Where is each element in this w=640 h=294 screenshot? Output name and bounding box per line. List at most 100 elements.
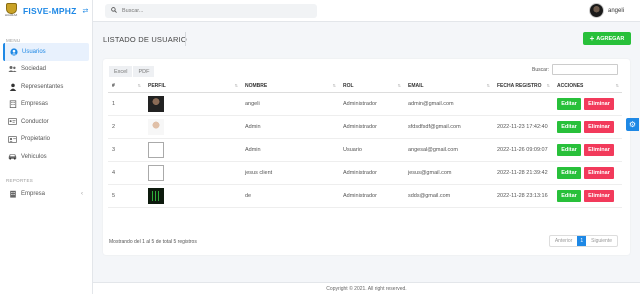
chevron-left-icon: ‹	[81, 191, 83, 198]
cell-date: 2022-11-26 09:09:07	[493, 138, 553, 162]
reports-section-label: REPORTES	[6, 177, 34, 183]
building-icon	[8, 190, 17, 199]
delete-button[interactable]: Eliminar	[584, 120, 614, 133]
sidebar-item-label: Sociedad	[21, 66, 47, 73]
sidebar-item-label: Vehiculos	[21, 153, 47, 160]
sidebar: HUARAZ FISVE-MPHZ ⇄ MENU Usuarios Socied…	[0, 0, 93, 294]
logo: HUARAZ	[4, 3, 18, 19]
edit-button[interactable]: Editar	[557, 166, 581, 179]
add-user-button[interactable]: + AGREGAR	[583, 32, 631, 45]
cell-role: Usuario	[339, 138, 404, 162]
sidebar-item-label: Propietario	[21, 136, 51, 143]
brand-title[interactable]: FISVE-MPHZ	[23, 6, 76, 16]
delete-button[interactable]: Eliminar	[584, 166, 614, 179]
building-icon	[8, 100, 17, 109]
cell-date	[493, 92, 553, 116]
cell-email: sdds@gmail.com	[404, 184, 493, 208]
table-row: 3 Admin Usuario angesal@gmail.com 2022-1…	[108, 138, 622, 162]
brand: HUARAZ FISVE-MPHZ ⇄	[0, 0, 92, 22]
address-card-icon	[8, 135, 17, 144]
table-info: Mostrando del 1 al 5 de total 5 registro…	[109, 239, 197, 245]
cell-id: 1	[108, 92, 144, 116]
export-excel-button[interactable]: Excel	[109, 66, 134, 77]
delete-button[interactable]: Eliminar	[584, 143, 614, 156]
global-search	[105, 4, 317, 18]
column-header-perfil[interactable]: PERFIL ⇅	[144, 81, 241, 93]
edit-button[interactable]: Editar	[557, 143, 581, 156]
people-icon	[8, 65, 17, 74]
id-card-icon	[8, 117, 17, 126]
delete-button[interactable]: Eliminar	[584, 97, 614, 110]
user-menu[interactable]: angeli	[588, 3, 624, 18]
pagination-next[interactable]: Siguiente	[586, 236, 617, 246]
broken-image-placeholder	[148, 164, 164, 181]
sidebar-item-label: Empresa	[21, 191, 46, 198]
cell-id: 5	[108, 184, 144, 208]
edit-button[interactable]: Editar	[557, 189, 581, 202]
cell-name: de	[241, 184, 339, 208]
sort-icon: ⇅	[486, 83, 490, 88]
cell-name: Admin	[241, 138, 339, 162]
sidebar-item-propietario[interactable]: Propietario	[0, 131, 92, 149]
sidebar-item-label: Usuarios	[22, 48, 46, 55]
edit-button[interactable]: Editar	[557, 97, 581, 110]
add-button-label: AGREGAR	[596, 35, 625, 42]
delete-button[interactable]: Eliminar	[584, 189, 614, 202]
export-buttons: Excel PDF	[109, 66, 156, 77]
user-name[interactable]: angeli	[608, 8, 624, 14]
sort-icon: ⇅	[137, 83, 141, 88]
profile-photo	[148, 118, 164, 135]
search-input[interactable]	[122, 8, 302, 14]
export-pdf-button[interactable]: PDF	[133, 66, 156, 77]
topbar: angeli	[93, 0, 640, 22]
column-header-rol[interactable]: ROL ⇅	[339, 81, 404, 93]
sidebar-item-empresas[interactable]: Empresas	[0, 96, 92, 114]
edit-button[interactable]: Editar	[557, 120, 581, 133]
column-header-acciones[interactable]: ACCIONES ⇅	[553, 81, 622, 93]
column-header-nombre[interactable]: NOMBRE ⇅	[241, 81, 339, 93]
column-header-email[interactable]: EMAIL ⇅	[404, 81, 493, 93]
pagination: Anterior 1 Siguiente	[548, 235, 618, 247]
table-row: 5 de Administrador sdds@gmail.com 2022-1…	[108, 184, 622, 208]
table-filter: Buscar:	[532, 64, 618, 75]
sort-icon: ⇅	[397, 83, 401, 88]
cell-name: jesus client	[241, 161, 339, 185]
cell-email: admin@gmail.com	[404, 92, 493, 116]
sidebar-item-usuarios[interactable]: Usuarios	[3, 43, 89, 61]
column-header-id[interactable]: # ⇅	[108, 81, 144, 93]
cell-id: 2	[108, 115, 144, 139]
sidebar-item-sociedad[interactable]: Sociedad	[0, 61, 92, 79]
sort-icon: ⇅	[546, 83, 550, 88]
sidebar-item-label: Representantes	[21, 83, 64, 90]
users-table-card: Excel PDF Buscar: # ⇅ PERFIL ⇅ NOMBRE ⇅ ROL…	[103, 59, 630, 255]
cell-role: Administrador	[339, 184, 404, 208]
cell-email: angesal@gmail.com	[404, 138, 493, 162]
sidebar-item-conductor[interactable]: Conductor	[0, 113, 92, 131]
sidebar-item-label: Empresas	[21, 101, 49, 108]
cell-date: 2022-11-28 23:13:16	[493, 184, 553, 208]
sidebar-item-representantes[interactable]: Representantes	[0, 78, 92, 96]
title-divider	[185, 32, 186, 46]
settings-gear-icon[interactable]: ⚙	[626, 118, 639, 131]
cell-role: Administrador	[339, 115, 404, 139]
sidebar-item-empresa-report[interactable]: Empresa ‹	[0, 186, 92, 204]
footer: Copyright © 2021. All right reserved.	[93, 282, 640, 294]
sidebar-toggle-icon[interactable]: ⇄	[82, 7, 88, 15]
main-content: LISTADO DE USUARIO + AGREGAR Excel PDF B…	[93, 22, 640, 282]
cell-id: 3	[108, 138, 144, 162]
cell-email: jesus@gmail.com	[404, 161, 493, 185]
page-title: LISTADO DE USUARIO	[103, 35, 187, 44]
cell-date: 2022-11-23 17:42:40	[493, 115, 553, 139]
avatar[interactable]	[588, 3, 604, 18]
user-circle-icon	[9, 47, 18, 56]
pagination-page-1[interactable]: 1	[577, 236, 587, 246]
sort-icon: ⇅	[332, 83, 336, 88]
person-icon	[8, 82, 17, 91]
sort-icon: ⇅	[615, 83, 619, 88]
profile-photo	[148, 187, 164, 204]
column-header-fecha[interactable]: FECHA REGISTRO ⇅	[493, 81, 553, 93]
table-search-input[interactable]	[552, 64, 618, 75]
cell-id: 4	[108, 161, 144, 185]
pagination-prev[interactable]: Anterior	[550, 236, 578, 246]
sidebar-item-vehiculos[interactable]: Vehiculos	[0, 148, 92, 166]
